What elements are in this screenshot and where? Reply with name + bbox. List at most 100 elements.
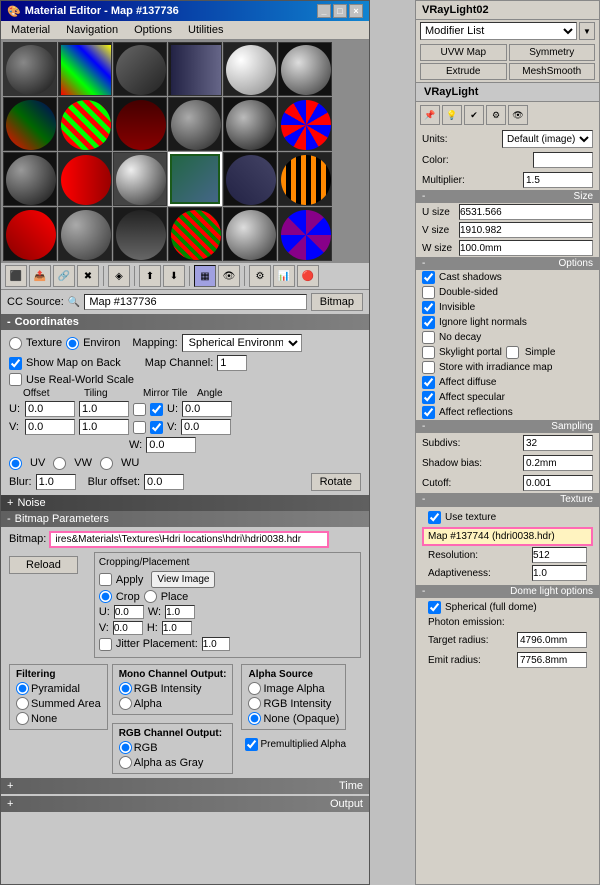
tile-u-checkbox[interactable] [150, 403, 163, 416]
environ-radio[interactable] [66, 337, 79, 350]
w-size-input[interactable] [459, 240, 593, 256]
thumb-11[interactable] [223, 97, 277, 151]
view-image-btn[interactable]: View Image [151, 571, 215, 588]
map-channel-input[interactable] [217, 355, 247, 371]
rgb-intensity-alpha-radio[interactable] [248, 697, 261, 710]
thumb-12[interactable] [278, 97, 332, 151]
ignore-normals-checkbox[interactable] [422, 316, 435, 329]
alpha-mono-radio[interactable] [119, 697, 132, 710]
thumb-16[interactable] [168, 152, 222, 206]
dome-header[interactable]: - Dome light options [416, 585, 599, 598]
texture-map-btn[interactable]: Map #137744 (hdri0038.hdr) [422, 527, 593, 546]
resolution-input[interactable] [532, 547, 587, 563]
light-icon[interactable]: 💡 [442, 105, 462, 125]
affect-specular-checkbox[interactable] [422, 391, 435, 404]
emit-radius-input[interactable] [517, 652, 587, 668]
show-background-btn[interactable]: ▦ [194, 265, 216, 287]
angle-u-input[interactable] [182, 401, 232, 417]
coordinates-header[interactable]: - Coordinates [1, 314, 369, 330]
thumb-9[interactable] [113, 97, 167, 151]
thumb-5[interactable] [223, 42, 277, 96]
color-swatch[interactable] [533, 152, 593, 168]
store-irradiance-checkbox[interactable] [422, 361, 435, 374]
symmetry-btn[interactable]: Symmetry [509, 44, 596, 61]
thumb-4[interactable] [168, 42, 222, 96]
menu-options[interactable]: Options [126, 22, 180, 38]
simple-checkbox[interactable] [506, 346, 519, 359]
rgb-intensity-radio[interactable] [119, 682, 132, 695]
thumb-19[interactable] [3, 207, 57, 261]
mirror-u-checkbox[interactable] [133, 403, 146, 416]
bitmap-params-header[interactable]: - Bitmap Parameters [1, 511, 369, 527]
apply-checkbox[interactable] [99, 573, 112, 586]
multiplier-input[interactable] [523, 172, 593, 188]
minimize-btn[interactable]: _ [317, 4, 331, 18]
offset-v-input[interactable] [25, 419, 75, 435]
thumb-17[interactable] [223, 152, 277, 206]
target-radius-input[interactable] [517, 632, 587, 648]
spherical-checkbox[interactable] [428, 601, 441, 614]
use-texture-checkbox[interactable] [428, 511, 441, 524]
modifier-list-select[interactable]: Modifier List [420, 22, 577, 40]
thumb-2[interactable] [58, 42, 112, 96]
cutoff-input[interactable] [523, 475, 593, 491]
modifier-list-arrow[interactable]: ▼ [579, 22, 595, 40]
use-real-world-checkbox[interactable] [9, 373, 22, 386]
crop-w-input[interactable] [165, 605, 195, 619]
options-header[interactable]: - Options [416, 257, 599, 270]
skylight-portal-checkbox[interactable] [422, 346, 435, 359]
eye-icon[interactable]: 👁 [508, 105, 528, 125]
crop-h-input[interactable] [162, 621, 192, 635]
invisible-checkbox[interactable] [422, 301, 435, 314]
thumb-8[interactable] [58, 97, 112, 151]
thumb-7[interactable] [3, 97, 57, 151]
render-map-btn[interactable]: 🔴 [297, 265, 319, 287]
mapping-select[interactable]: Spherical Environment [182, 334, 302, 352]
texture-radio[interactable] [9, 337, 22, 350]
blur-input[interactable] [36, 474, 76, 490]
none-opaque-radio[interactable] [248, 712, 261, 725]
show-end-result-btn[interactable]: 👁 [218, 265, 240, 287]
check-icon[interactable]: ✔ [464, 105, 484, 125]
assign-material-btn[interactable]: 🔗 [53, 265, 75, 287]
offset-u-input[interactable] [25, 401, 75, 417]
cast-shadows-checkbox[interactable] [422, 271, 435, 284]
crop-v-input[interactable] [113, 621, 143, 635]
tiling-v-input[interactable] [79, 419, 129, 435]
premultiplied-checkbox[interactable] [245, 738, 258, 751]
adaptiveness-input[interactable] [532, 565, 587, 581]
blur-offset-input[interactable] [144, 474, 184, 490]
pin-icon[interactable]: 📌 [420, 105, 440, 125]
thumb-18[interactable] [278, 152, 332, 206]
affect-diffuse-checkbox[interactable] [422, 376, 435, 389]
put-material-btn[interactable]: 📤 [29, 265, 51, 287]
alpha-gray-radio[interactable] [119, 756, 132, 769]
angle-v-input[interactable] [181, 419, 231, 435]
tiling-u-input[interactable] [79, 401, 129, 417]
sampling-header[interactable]: - Sampling [416, 420, 599, 433]
menu-navigation[interactable]: Navigation [58, 22, 126, 38]
v-size-input[interactable] [459, 222, 593, 238]
options-btn[interactable]: ⚙ [249, 265, 271, 287]
go-forward-btn[interactable]: ⬇ [163, 265, 185, 287]
thumb-1[interactable] [3, 42, 57, 96]
double-sided-checkbox[interactable] [422, 286, 435, 299]
crop-u-input[interactable] [114, 605, 144, 619]
thumb-3[interactable] [113, 42, 167, 96]
mesh-smooth-btn[interactable]: MeshSmooth [509, 63, 596, 80]
summed-area-radio[interactable] [16, 697, 29, 710]
subdivs-input[interactable] [523, 435, 593, 451]
bitmap-btn[interactable]: Bitmap [311, 293, 363, 311]
no-decay-checkbox[interactable] [422, 331, 435, 344]
reload-btn[interactable]: Reload [9, 556, 78, 574]
noise-header[interactable]: + Noise [1, 495, 369, 511]
uvw-map-btn[interactable]: UVW Map [420, 44, 507, 61]
reset-map-btn[interactable]: ✖ [77, 265, 99, 287]
thumb-13[interactable] [3, 152, 57, 206]
cc-source-input[interactable] [84, 294, 306, 310]
rgb-radio[interactable] [119, 741, 132, 754]
pyramidal-radio[interactable] [16, 682, 29, 695]
time-section[interactable]: + Time [1, 778, 369, 794]
thumb-23[interactable] [223, 207, 277, 261]
angle-w-input[interactable] [146, 437, 196, 453]
